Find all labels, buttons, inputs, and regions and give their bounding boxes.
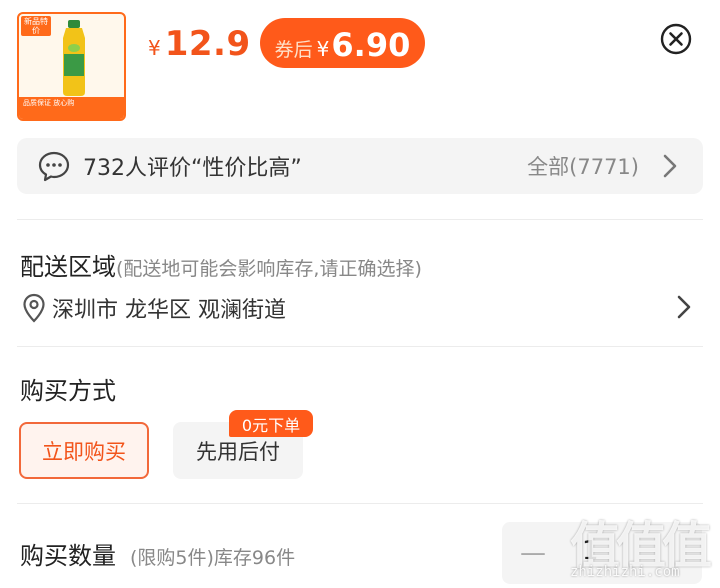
delivery-address-row[interactable]: 深圳市 龙华区 观澜街道: [22, 292, 286, 324]
review-summary-bar[interactable]: 732人评价“性价比高” 全部(7771): [17, 138, 703, 194]
thumbnail-banner: 品质保证 放心购: [19, 97, 124, 119]
chat-bubble-icon: [38, 151, 70, 182]
coupon-currency: ¥: [316, 37, 330, 61]
chevron-right-icon: [663, 154, 677, 178]
zero-yuan-order-badge: 0元下单: [229, 410, 313, 437]
buy-now-option[interactable]: 立即购买: [19, 422, 149, 479]
divider: [17, 219, 703, 220]
product-thumbnail[interactable]: 新品特价 品质保证 放心购: [17, 12, 126, 121]
chevron-right-icon[interactable]: [673, 292, 695, 322]
all-reviews-link[interactable]: 全部(7771): [527, 151, 639, 181]
watermark-site: zhizhizhi.com: [570, 564, 680, 580]
site-watermark: 值值值 zhizhizhi.com: [562, 506, 720, 588]
review-highlight-text: 732人评价“性价比高”: [83, 156, 302, 181]
delivery-address: 深圳市 龙华区 观澜街道: [52, 298, 286, 323]
price-currency: ¥: [148, 36, 161, 60]
close-icon[interactable]: [660, 23, 692, 55]
divider: [17, 346, 703, 347]
thumbnail-tag: 新品特价: [21, 16, 51, 36]
quantity-title: 购买数量: [20, 542, 116, 570]
coupon-price-badge: 券后 ¥ 6.90: [260, 18, 425, 68]
purchase-limit-stock: (限购5件)库存96件: [130, 547, 296, 569]
original-price: ¥ 12.9: [148, 24, 251, 64]
purchase-method-title: 购买方式: [20, 377, 116, 405]
oil-bottle-image: [63, 20, 85, 96]
quantity-row: 购买数量 (限购5件)库存96件: [20, 536, 295, 571]
coupon-label: 券后: [274, 39, 313, 61]
delivery-section-title: 配送区域(配送地可能会影响库存,请正确选择): [20, 247, 422, 282]
price-value: 12.9: [164, 24, 251, 64]
delivery-title: 配送区域: [20, 253, 116, 281]
divider: [17, 503, 703, 504]
decrease-button[interactable]: —: [520, 538, 546, 568]
delivery-hint: (配送地可能会影响库存,请正确选择): [116, 258, 422, 280]
coupon-price-value: 6.90: [331, 26, 411, 64]
location-pin-icon: [23, 293, 45, 323]
